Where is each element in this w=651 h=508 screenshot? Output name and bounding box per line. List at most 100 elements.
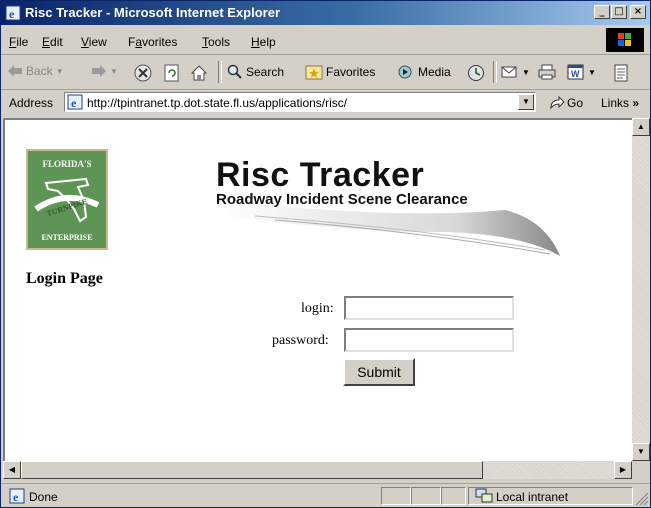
address-url: http://tpintranet.tp.dot.state.fl.us/app… [87,96,348,110]
scroll-left-button[interactable]: ◀ [3,461,21,479]
svg-text:e: e [9,7,15,21]
status-text: Done [29,490,58,504]
status-pane-1 [381,487,411,505]
menu-edit[interactable]: Edit [42,35,63,49]
menu-file[interactable]: File [9,35,28,49]
menu-view-label: iew [88,35,107,49]
toolbar-separator [218,61,222,83]
standard-toolbar: Back ▼ ▼ Search Favorites Media ▼ W ▼ [1,55,650,90]
home-icon [190,65,208,81]
print-icon [538,64,556,80]
vertical-scrollbar[interactable]: ▲ ▼ [632,118,650,461]
discuss-icon [614,64,628,82]
chevron-right-icon: » [632,96,640,110]
history-button[interactable] [467,64,485,82]
menu-edit-label: dit [50,35,63,49]
status-bar: e Done Local intranet [1,483,650,508]
menu-bar: File Edit View Favorites Tools Help [1,26,650,55]
page-icon: e [67,94,83,110]
go-button[interactable]: Go [549,96,583,110]
edit-button[interactable]: W ▼ [567,64,596,80]
back-dropdown-icon: ▼ [55,66,64,76]
print-button[interactable] [538,64,556,80]
menu-favorites[interactable]: Favorites [128,35,177,49]
window-title: Risc Tracker - Microsoft Internet Explor… [25,5,281,20]
menu-tools-label: ools [208,35,231,49]
forward-arrow-icon [92,65,106,77]
svg-text:W: W [571,69,580,79]
address-label: Address [9,96,54,110]
back-button[interactable]: Back ▼ [7,64,64,78]
scroll-up-button[interactable]: ▲ [632,118,650,136]
turnpike-logo: FLORIDA'S TURNPIKE ENTERPRISE [26,149,108,250]
menu-file-label: ile [16,35,29,49]
menu-tools[interactable]: Tools [202,35,230,49]
links-label: Links [601,96,630,110]
search-button[interactable]: Search [227,64,284,80]
go-arrow-icon [550,96,565,110]
password-input[interactable] [344,328,514,352]
edit-icon: W [567,64,584,80]
page-title: Login Page [26,270,103,287]
scroll-down-button[interactable]: ▼ [632,443,650,461]
windows-logo [606,28,644,52]
mail-button[interactable]: ▼ [501,64,530,80]
edit-dropdown-icon: ▼ [588,67,596,77]
toolbar-separator-2 [493,61,497,83]
stop-button[interactable] [134,64,152,82]
banner-title: Risc Tracker [216,156,425,194]
search-icon [227,64,242,79]
search-label: Search [246,65,285,79]
favorites-label: Favorites [326,65,376,79]
address-dropdown-button[interactable]: ▼ [518,94,534,110]
minimize-button[interactable]: _ [594,5,610,19]
ie-icon: e [5,5,21,21]
back-label: Back [26,64,53,78]
page-content: FLORIDA'S TURNPIKE ENTERPRISE Risc Track… [3,118,632,461]
horizontal-scroll-thumb[interactable] [21,461,483,479]
refresh-icon [164,64,179,82]
go-label: Go [567,96,584,110]
menu-help[interactable]: Help [251,35,276,49]
banner-subtitle: Roadway Incident Scene Clearance [216,191,468,208]
scrollbar-corner [632,461,650,479]
security-zone-text: Local intranet [496,490,569,504]
forward-dropdown-icon: ▼ [110,66,118,76]
intranet-icon [475,488,493,503]
title-bar: e Risc Tracker - Microsoft Internet Expl… [1,1,650,25]
links-button[interactable]: Links » [601,96,639,110]
menu-help-label: elp [259,35,276,49]
stop-icon [134,64,152,82]
logo-text-top: FLORIDA'S [42,159,92,169]
mail-dropdown-icon: ▼ [522,67,530,77]
password-label: password: [272,333,329,348]
refresh-button[interactable] [163,64,181,82]
maximize-button[interactable]: □ [611,5,627,19]
svg-text:e: e [71,96,77,110]
horizontal-scrollbar[interactable]: ◀ ▶ [3,461,632,479]
close-button[interactable]: × [630,5,646,19]
login-input[interactable] [344,296,514,320]
svg-text:e: e [13,490,19,504]
address-input[interactable]: e http://tpintranet.tp.dot.state.fl.us/a… [64,92,536,112]
favorites-button[interactable]: Favorites [305,64,375,80]
submit-button[interactable]: Submit [343,358,415,386]
scroll-right-button[interactable]: ▶ [614,461,632,479]
discuss-button[interactable] [613,64,629,82]
media-button[interactable]: Media [397,64,451,80]
menu-favorites-label: vorites [142,35,178,49]
history-icon [468,65,484,81]
back-arrow-icon [8,65,22,77]
home-button[interactable] [190,64,208,82]
logo-text-bottom: ENTERPRISE [41,233,93,242]
login-label: login: [301,301,334,316]
page-done-icon: e [9,488,25,504]
status-pane-3 [441,487,466,505]
favorites-icon [305,65,323,80]
media-label: Media [418,65,451,79]
menu-view[interactable]: View [81,35,107,49]
resize-grip-icon[interactable] [635,492,649,506]
forward-button[interactable]: ▼ [91,64,118,78]
mail-icon [501,66,517,78]
windows-logo-icon [618,33,631,46]
